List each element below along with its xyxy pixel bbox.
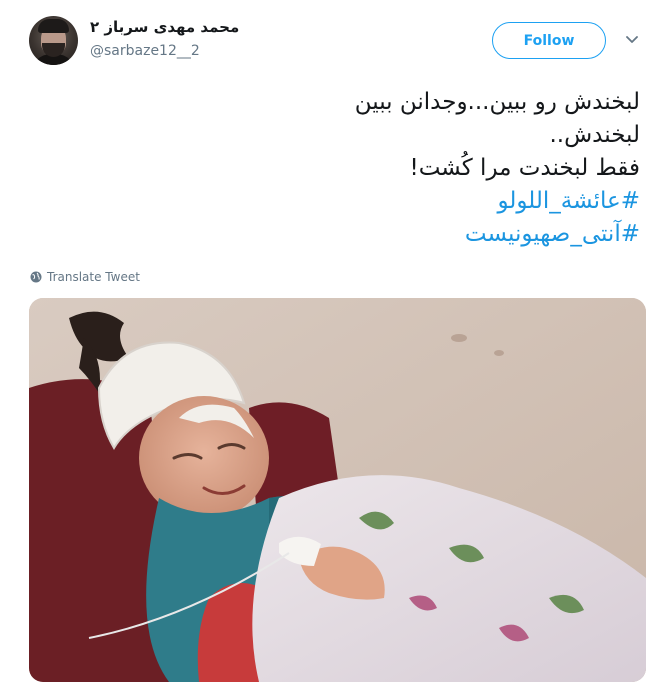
translate-tweet-link[interactable]: Translate Tweet [30, 270, 140, 284]
chevron-down-icon[interactable] [624, 34, 640, 46]
user-avatar[interactable] [29, 16, 78, 65]
tweet-text: لبخندش رو ببین...وجدانن ببین لبخندش.. فق… [40, 86, 640, 251]
hashtag-link[interactable]: #عائشة_اللولو [40, 185, 640, 218]
display-name[interactable]: محمد مهدی سرباز ۲ [90, 18, 239, 36]
tweet-line: لبخندش.. [549, 122, 640, 148]
photo-girl-with-bandaged-head [29, 298, 646, 682]
translate-label: Translate Tweet [47, 270, 140, 284]
tweet-line: لبخندش رو ببین...وجدانن ببین [354, 89, 640, 115]
user-handle[interactable]: @sarbaze12__2 [90, 43, 200, 59]
globe-icon [30, 271, 42, 283]
follow-button[interactable]: Follow [492, 22, 606, 59]
tweet-line: فقط لبخندت مرا کُشت! [409, 155, 640, 181]
tweet-photo[interactable] [29, 298, 646, 682]
hashtag-link[interactable]: #آنتی_صهیونیست [40, 218, 640, 251]
